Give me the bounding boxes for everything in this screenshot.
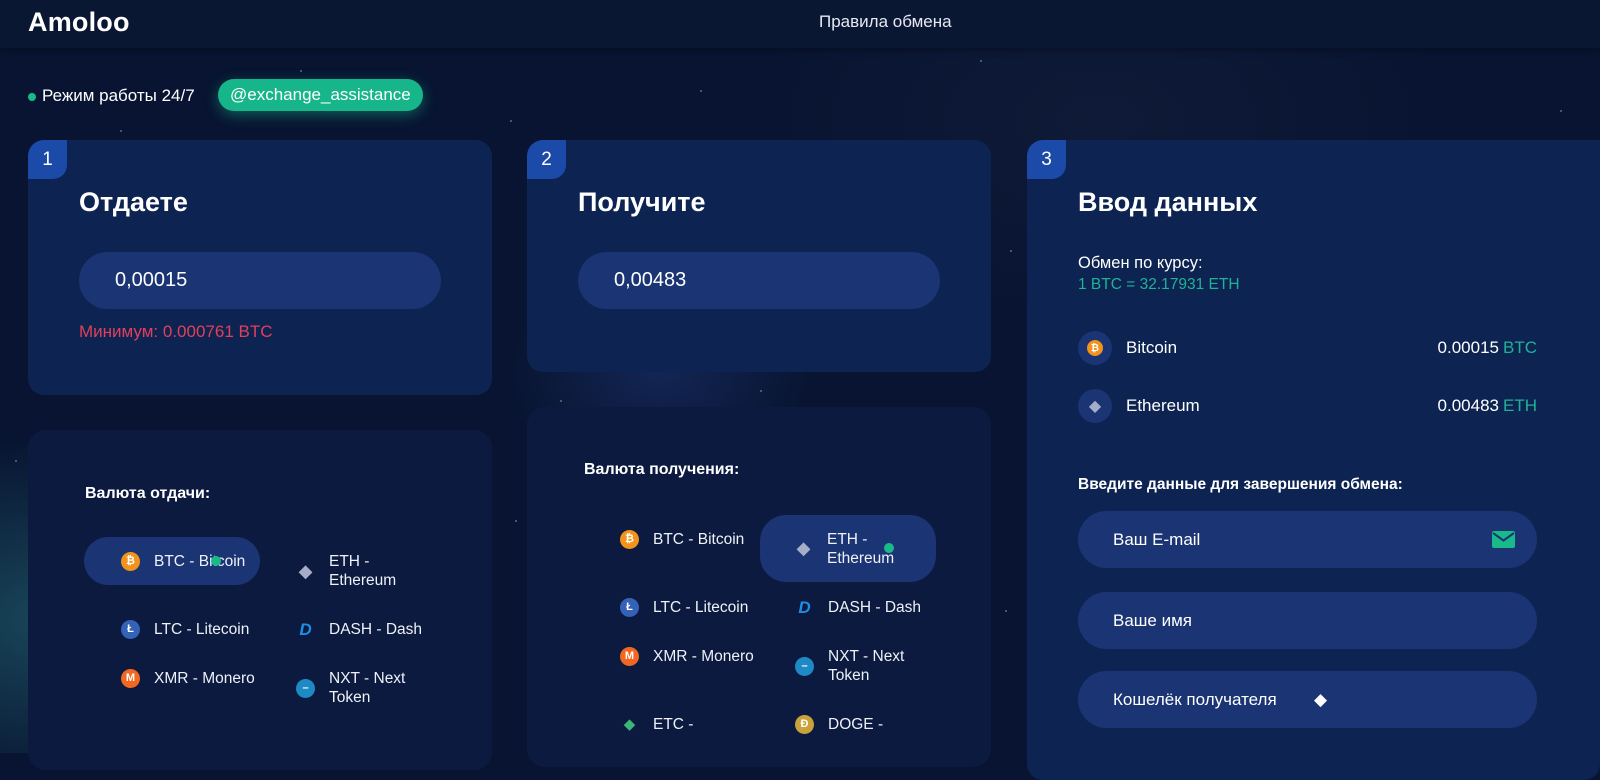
litecoin-icon: Ł	[620, 598, 639, 617]
exchange-rate-label: Обмен по курсу:	[1078, 254, 1203, 272]
wallet-field[interactable]: Кошелёк получателя ◆	[1078, 671, 1537, 728]
receive-card: 2 Получите	[527, 140, 991, 372]
receive-amount-input[interactable]	[578, 252, 940, 309]
coin-label: DASH - Dash	[828, 599, 922, 616]
receive-coin-nxt[interactable]: – NXT - Next Token	[795, 647, 915, 685]
dash-icon: D	[798, 598, 811, 617]
complete-exchange-label: Введите данные для завершения обмена:	[1078, 476, 1403, 493]
receive-coin-dash[interactable]: D DASH - Dash	[795, 598, 921, 617]
coin-label: ETC -	[653, 716, 694, 733]
summary-currency: BTC	[1503, 338, 1537, 357]
dash-icon: D	[299, 620, 312, 639]
ethereum-icon: ◆	[1078, 389, 1112, 423]
summary-amount: 0.00483	[1437, 396, 1499, 415]
receive-title: Получите	[578, 187, 706, 217]
coin-label: ETH - Ethereum	[827, 530, 895, 567]
give-currency-list: Валюта отдачи: ₿ BTC - Bitcoin ◆ ETH - E…	[28, 430, 492, 770]
summary-currency: ETH	[1503, 396, 1537, 415]
give-card: 1 Отдаете Минимум: 0.000761 BTC	[28, 140, 492, 395]
minimum-note: Минимум: 0.000761 BTC	[79, 322, 273, 341]
mail-icon	[1492, 531, 1515, 548]
summary-name: Ethereum	[1126, 396, 1200, 415]
summary-amount: 0.00015	[1437, 338, 1499, 357]
receive-list-title: Валюта получения:	[584, 461, 740, 478]
ethereum-icon: ◆	[298, 560, 313, 581]
receive-coin-doge[interactable]: Ð DOGE -	[795, 715, 883, 734]
exchange-rate-value: 1 BTC = 32.17931 ETH	[1078, 276, 1240, 293]
receive-currency-list: Валюта получения: ₿ BTC - Bitcoin ◆ ETH …	[527, 407, 991, 767]
selected-indicator-icon	[211, 556, 221, 566]
selected-indicator-icon	[884, 543, 894, 553]
bitcoin-icon: ₿	[1078, 331, 1112, 365]
name-field[interactable]: Ваше имя	[1078, 592, 1537, 649]
logo[interactable]: Amoloo	[28, 7, 130, 38]
receive-coin-btc[interactable]: ₿ BTC - Bitcoin	[620, 530, 744, 549]
monero-icon: M	[620, 647, 639, 666]
monero-icon: M	[121, 669, 140, 688]
give-amount-input[interactable]	[79, 252, 441, 309]
nxt-icon: –	[795, 656, 814, 676]
summary-name: Bitcoin	[1126, 338, 1178, 357]
wallet-placeholder: Кошелёк получателя	[1113, 689, 1277, 709]
bitcoin-icon: ₿	[620, 530, 639, 549]
details-title: Ввод данных	[1078, 187, 1258, 217]
email-field[interactable]: Ваш E-mail	[1078, 511, 1537, 568]
summary-row-ethereum: ◆ Ethereum 0.00483 ETH	[1078, 389, 1537, 423]
email-placeholder: Ваш E-mail	[1113, 529, 1201, 549]
coin-label: LTC - Litecoin	[154, 621, 250, 638]
give-coin-eth[interactable]: ◆ ETH - Ethereum	[296, 552, 436, 590]
coin-label: XMR - Monero	[154, 670, 255, 687]
step-3-badge: 3	[1027, 140, 1066, 179]
ethereum-icon: ◆	[1314, 689, 1328, 709]
dogecoin-icon: Ð	[795, 715, 814, 734]
nxt-icon: –	[296, 678, 315, 698]
ethereum-classic-icon: ◆	[623, 716, 636, 733]
receive-coin-eth[interactable]: ◆ ETH - Ethereum	[760, 515, 936, 582]
coin-label: BTC - Bitcoin	[653, 531, 745, 548]
receive-coin-xmr[interactable]: M XMR - Monero	[620, 647, 754, 666]
coin-label: LTC - Litecoin	[653, 599, 749, 616]
litecoin-icon: Ł	[121, 620, 140, 639]
coin-label: BTC - Bitcoin	[154, 552, 246, 570]
summary-row-bitcoin: ₿ Bitcoin 0.00015 BTC	[1078, 331, 1537, 365]
name-placeholder: Ваше имя	[1113, 610, 1192, 630]
receive-coin-etc[interactable]: ◆ ETC -	[620, 715, 694, 734]
working-hours-status: Режим работы 24/7	[28, 86, 195, 106]
bitcoin-icon: ₿	[121, 551, 140, 571]
give-list-title: Валюта отдачи:	[85, 485, 211, 502]
step-1-badge: 1	[28, 140, 67, 179]
step-2-badge: 2	[527, 140, 566, 179]
coin-label: NXT - Next Token	[329, 670, 406, 706]
top-bar: Amoloo Правила обмена	[0, 0, 1600, 48]
working-hours-text: Режим работы 24/7	[42, 86, 195, 105]
exchange-rules-link[interactable]: Правила обмена	[819, 12, 952, 32]
online-dot-icon	[28, 93, 36, 101]
give-coin-xmr[interactable]: M XMR - Monero	[121, 669, 255, 688]
give-coin-nxt[interactable]: – NXT - Next Token	[296, 669, 416, 707]
coin-label: DOGE -	[828, 716, 884, 733]
coin-label: DASH - Dash	[329, 621, 423, 638]
telegram-support-button[interactable]: @exchange_assistance	[218, 79, 423, 111]
coin-label: XMR - Monero	[653, 648, 754, 665]
coin-label: NXT - Next Token	[828, 648, 905, 684]
give-coin-ltc[interactable]: Ł LTC - Litecoin	[121, 620, 249, 639]
give-title: Отдаете	[79, 187, 188, 217]
give-coin-dash[interactable]: D DASH - Dash	[296, 620, 422, 639]
ethereum-icon: ◆	[796, 538, 811, 558]
give-coin-btc[interactable]: ₿ BTC - Bitcoin	[84, 537, 260, 585]
receive-coin-ltc[interactable]: Ł LTC - Litecoin	[620, 598, 748, 617]
coin-label: ETH - Ethereum	[329, 553, 397, 589]
